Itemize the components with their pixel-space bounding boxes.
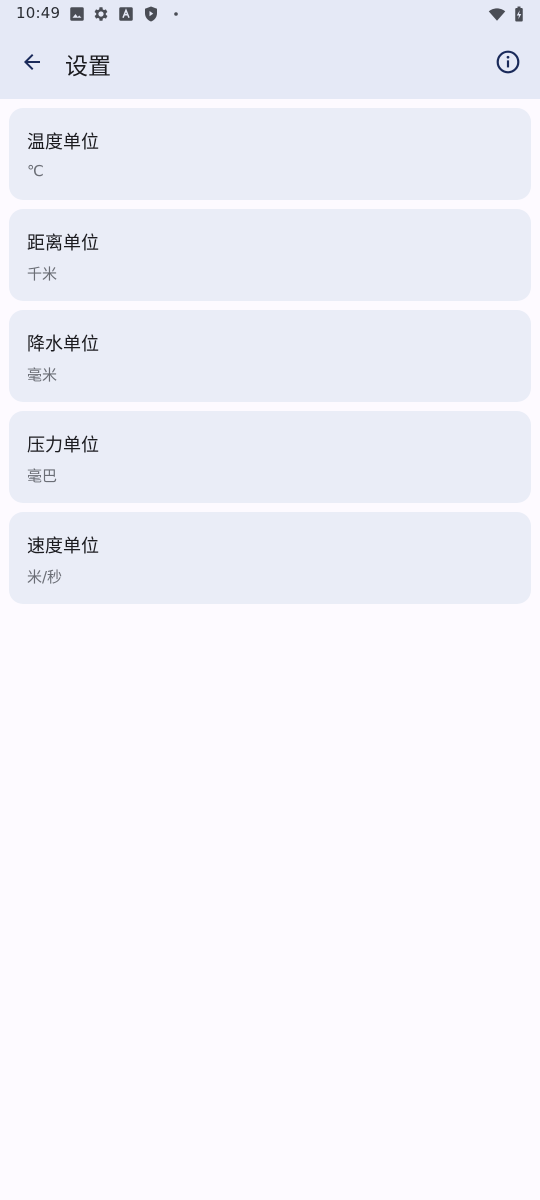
settings-list: 温度单位 ℃ 距离单位 千米 降水单位 毫米 压力单位 毫巴 速度单位 米/秒 bbox=[9, 108, 531, 613]
setting-label: 速度单位 bbox=[27, 536, 99, 557]
info-button[interactable] bbox=[488, 42, 528, 82]
arrow-back-icon bbox=[24, 54, 40, 70]
setting-label: 距离单位 bbox=[27, 233, 99, 254]
setting-label: 温度单位 bbox=[27, 132, 99, 153]
page-title: 设置 bbox=[65, 54, 111, 80]
setting-label: 压力单位 bbox=[27, 435, 99, 456]
dot-icon bbox=[174, 12, 178, 16]
back-button[interactable] bbox=[12, 42, 52, 82]
image-icon bbox=[70, 7, 84, 21]
setting-value: 米/秒 bbox=[27, 568, 63, 586]
font-a-icon bbox=[119, 7, 133, 21]
battery-charging-icon bbox=[515, 6, 523, 22]
info-icon bbox=[496, 50, 520, 74]
setting-precipitation-unit[interactable]: 降水单位 毫米 bbox=[9, 310, 531, 402]
setting-label: 降水单位 bbox=[27, 334, 99, 355]
setting-distance-unit[interactable]: 距离单位 千米 bbox=[9, 209, 531, 301]
gear-icon bbox=[94, 7, 108, 21]
status-time: 10:49 bbox=[16, 4, 61, 22]
setting-value: ℃ bbox=[27, 162, 44, 180]
app-bar: 设置 bbox=[0, 28, 540, 99]
setting-pressure-unit[interactable]: 压力单位 毫巴 bbox=[9, 411, 531, 503]
wifi-icon bbox=[488, 8, 506, 21]
setting-value: 毫米 bbox=[27, 366, 58, 384]
top-bar: 10:49 设置 bbox=[0, 0, 540, 99]
status-bar: 10:49 bbox=[0, 0, 540, 28]
setting-speed-unit[interactable]: 速度单位 米/秒 bbox=[9, 512, 531, 604]
setting-temperature-unit[interactable]: 温度单位 ℃ bbox=[9, 108, 531, 200]
setting-value: 毫巴 bbox=[27, 467, 58, 485]
shield-play-icon bbox=[145, 6, 157, 22]
setting-value: 千米 bbox=[27, 265, 58, 283]
